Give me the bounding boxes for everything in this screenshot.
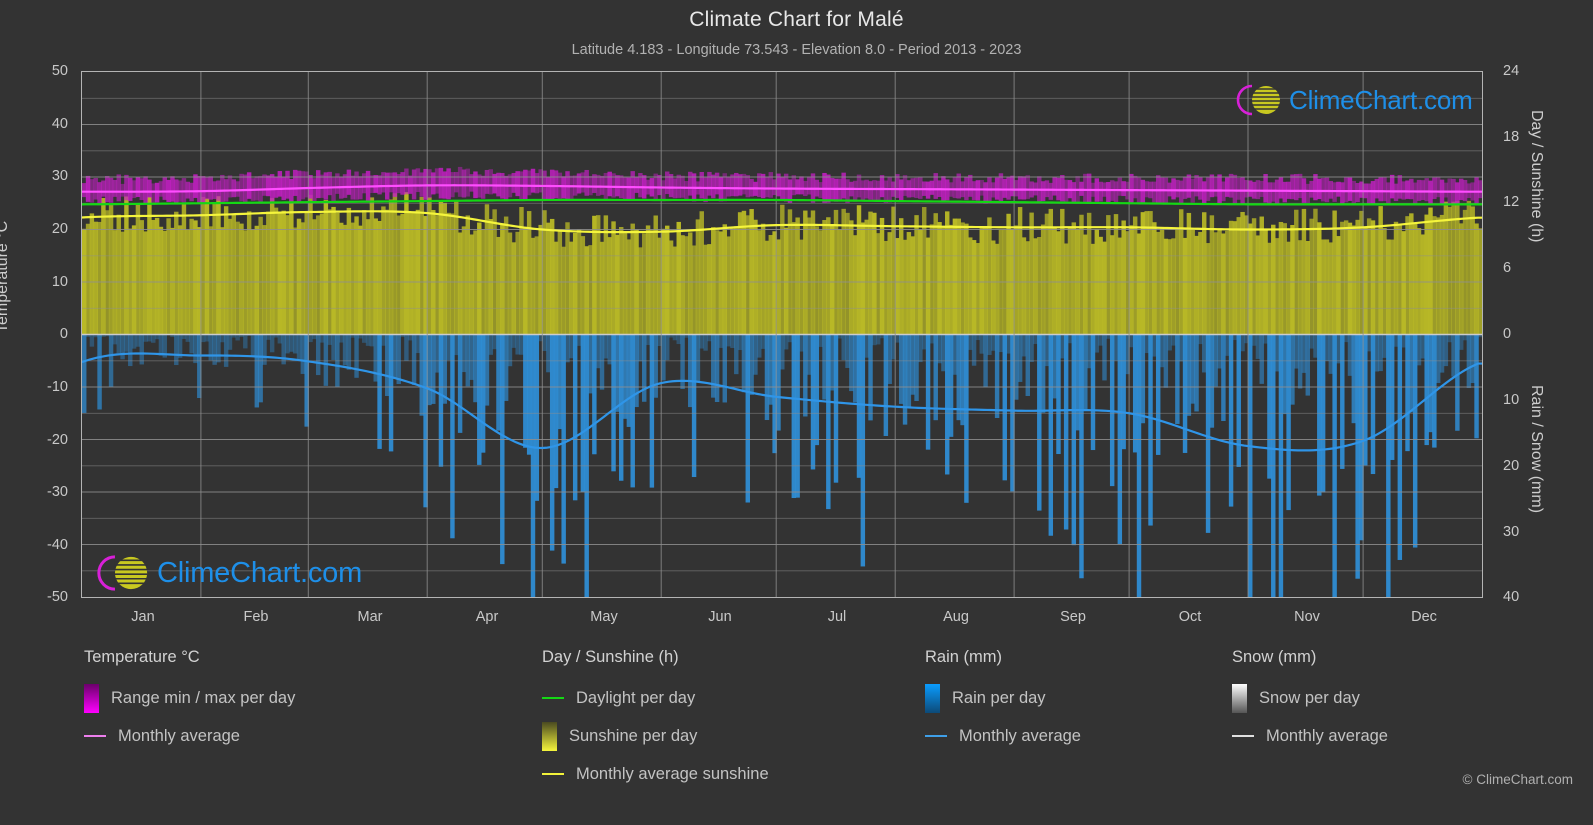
right-tick-label-day: 18 — [1503, 129, 1520, 145]
legend-label: Monthly average — [1266, 726, 1388, 745]
left-tick-label: 30 — [51, 168, 68, 184]
left-tick-label: -40 — [47, 537, 68, 553]
legend-item-snow[interactable]: Snow per day — [1232, 679, 1388, 717]
right-tick-label-rain: 10 — [1503, 392, 1520, 408]
temp-range-swatch — [84, 683, 99, 713]
sunshine-swatch — [542, 721, 557, 751]
rain-swatch — [925, 683, 940, 713]
snow-swatch — [1232, 683, 1247, 713]
legend-label: Rain per day — [952, 688, 1046, 707]
left-tick-label: 20 — [51, 221, 68, 237]
watermark-text: ClimeChart.com — [1289, 84, 1473, 115]
legend-group-rain: Rain (mm) Rain per day Monthly average — [925, 648, 1081, 755]
legend-item-sunshine-average[interactable]: Monthly average sunshine — [542, 755, 769, 793]
legend-label: Monthly average sunshine — [576, 764, 769, 783]
x-tick-label-may: May — [590, 609, 618, 625]
x-tick-label-oct: Oct — [1178, 609, 1202, 625]
chart-legend: Temperature °C Range min / max per day M… — [0, 648, 1593, 818]
legend-label: Snow per day — [1259, 688, 1360, 707]
right-tick-label-rain: 30 — [1503, 524, 1520, 540]
x-tick-label-dec: Dec — [1411, 609, 1437, 625]
left-tick-label: 40 — [51, 116, 68, 132]
left-tick-label: 10 — [51, 274, 68, 290]
watermark-bottom: ClimeChart.com — [93, 550, 362, 596]
x-tick-label-feb: Feb — [243, 609, 269, 625]
page-title: Climate Chart for Malé — [689, 8, 904, 31]
daylight-swatch — [542, 697, 564, 699]
x-tick-label-jun: Jun — [708, 609, 732, 625]
x-tick-label-sep: Sep — [1060, 609, 1086, 625]
legend-label: Daylight per day — [576, 688, 696, 707]
right-tick-label-rain: 20 — [1503, 458, 1520, 474]
x-tick-label-apr: Apr — [475, 609, 499, 625]
left-tick-label: -10 — [47, 379, 68, 395]
legend-heading-snow: Snow (mm) — [1232, 648, 1317, 666]
x-tick-label-nov: Nov — [1294, 609, 1320, 625]
legend-group-snow: Snow (mm) Snow per day Monthly average — [1232, 648, 1388, 755]
left-tick-label: -30 — [47, 484, 68, 500]
right-tick-label-day: 12 — [1503, 194, 1520, 210]
legend-heading-rain: Rain (mm) — [925, 648, 1002, 666]
climechart-logo-icon — [97, 554, 148, 592]
x-tick-label-jul: Jul — [827, 609, 847, 625]
rain-average-swatch — [925, 735, 947, 737]
right-tick-label-day: 6 — [1503, 260, 1512, 276]
right-tick-label-rain: 40 — [1503, 589, 1520, 605]
legend-group-temperature: Temperature °C Range min / max per day M… — [84, 648, 295, 755]
legend-label: Monthly average — [959, 726, 1081, 745]
watermark-text: ClimeChart.com — [157, 556, 363, 589]
copyright-text: © ClimeChart.com — [1462, 772, 1573, 787]
legend-group-day-sunshine: Day / Sunshine (h) Daylight per day Suns… — [542, 648, 769, 793]
legend-item-sunshine[interactable]: Sunshine per day — [542, 717, 769, 755]
left-tick-label: 50 — [51, 63, 68, 79]
temp-average-swatch — [84, 735, 106, 737]
legend-label: Monthly average — [118, 726, 240, 745]
legend-heading-temperature: Temperature °C — [84, 648, 200, 666]
right-tick-label-day: 24 — [1503, 63, 1520, 79]
x-tick-label-aug: Aug — [943, 609, 969, 625]
chart-subtitle: Latitude 4.183 - Longitude 73.543 - Elev… — [571, 42, 1022, 58]
legend-label: Sunshine per day — [569, 726, 698, 745]
legend-item-rain-average[interactable]: Monthly average — [925, 717, 1081, 755]
right-tick-label-day: 0 — [1503, 326, 1512, 342]
legend-label: Range min / max per day — [111, 688, 296, 707]
left-tick-label: -50 — [47, 589, 68, 605]
daily-sunshine-bars — [82, 192, 1482, 335]
legend-item-temp-average[interactable]: Monthly average — [84, 717, 295, 755]
gridlines — [82, 72, 1482, 597]
watermark-top: ClimeChart.com — [1233, 80, 1473, 120]
snow-average-swatch — [1232, 735, 1254, 737]
x-tick-label-mar: Mar — [357, 609, 383, 625]
legend-item-rain[interactable]: Rain per day — [925, 679, 1081, 717]
climechart-logo-icon — [1236, 84, 1280, 116]
left-tick-label: -20 — [47, 432, 68, 448]
plot-svg — [82, 72, 1482, 597]
x-tick-label-jan: Jan — [131, 609, 155, 625]
legend-item-temp-range[interactable]: Range min / max per day — [84, 679, 295, 717]
sunshine-average-swatch — [542, 773, 564, 775]
legend-item-snow-average[interactable]: Monthly average — [1232, 717, 1388, 755]
left-tick-label: 0 — [59, 326, 68, 342]
climate-plot-area: ClimeChart.com ClimeChart.com — [81, 71, 1483, 598]
legend-heading-day-sunshine: Day / Sunshine (h) — [542, 648, 679, 666]
legend-item-daylight[interactable]: Daylight per day — [542, 679, 769, 717]
